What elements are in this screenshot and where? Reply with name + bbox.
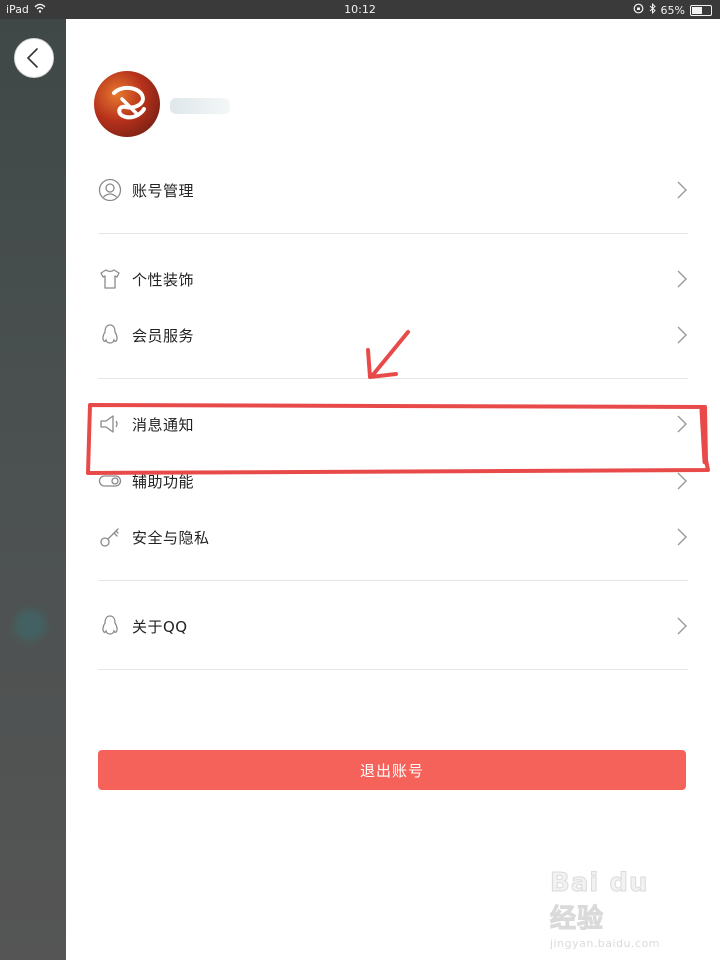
- chevron-right-icon: [677, 181, 687, 199]
- battery-percent: 65%: [660, 3, 685, 17]
- toggle-icon: [98, 469, 122, 493]
- menu-item-security-privacy[interactable]: 安全与隐私: [98, 517, 688, 557]
- menu-item-accessibility[interactable]: 辅助功能: [98, 461, 688, 501]
- menu-item-label: 辅助功能: [132, 472, 195, 491]
- battery-icon: [690, 4, 712, 16]
- chevron-right-icon: [677, 528, 687, 546]
- background-blur: [14, 609, 46, 641]
- chevron-right-icon: [677, 326, 687, 344]
- chevron-right-icon: [677, 415, 687, 433]
- profile-header[interactable]: [94, 71, 230, 137]
- menu-item-label: 账号管理: [132, 181, 195, 200]
- divider: [98, 669, 688, 670]
- status-right: 65%: [633, 2, 712, 17]
- account-icon: [98, 178, 122, 202]
- menu-item-decoration[interactable]: 个性装饰: [98, 259, 688, 299]
- status-bar: iPad 10:12 65%: [0, 0, 720, 19]
- menu-item-vip[interactable]: 会员服务: [98, 315, 688, 355]
- menu-item-label: 安全与隐私: [132, 528, 210, 547]
- divider: [98, 580, 688, 581]
- watermark: Bai du 经验 jingyan.baidu.com: [550, 868, 680, 951]
- penguin-icon: [98, 323, 122, 347]
- menu-item-label: 消息通知: [132, 415, 195, 434]
- tshirt-icon: [98, 267, 122, 291]
- bluetooth-icon: [649, 2, 656, 17]
- watermark-url: jingyan.baidu.com: [550, 937, 661, 950]
- status-time: 10:12: [344, 3, 376, 16]
- rotation-lock-icon: [633, 3, 644, 17]
- avatar[interactable]: [94, 71, 160, 137]
- nickname: [170, 98, 230, 114]
- logout-button[interactable]: 退出账号: [98, 750, 686, 790]
- divider: [98, 378, 688, 379]
- speaker-icon: [98, 412, 122, 436]
- avatar-scribble: [112, 86, 146, 120]
- key-icon: [98, 525, 122, 549]
- chevron-right-icon: [677, 472, 687, 490]
- menu-item-label: 个性装饰: [132, 270, 195, 289]
- chevron-right-icon: [677, 270, 687, 288]
- qq-icon: [98, 614, 122, 638]
- menu-item-account[interactable]: 账号管理: [98, 170, 688, 210]
- divider: [98, 233, 688, 234]
- chevron-right-icon: [677, 617, 687, 635]
- menu-item-label: 关于QQ: [132, 617, 188, 636]
- back-button[interactable]: [14, 38, 54, 78]
- watermark-logo: Bai du 经验: [550, 868, 649, 935]
- settings-drawer: 账号管理 个性装饰 会员服务 消息通知 辅助功能 安全与隐私 关于QQ 退出账号: [66, 19, 720, 960]
- background-panel: [0, 19, 66, 960]
- menu-item-about[interactable]: 关于QQ: [98, 606, 688, 646]
- menu-item-label: 会员服务: [132, 326, 195, 345]
- chevron-left-icon: [26, 48, 38, 68]
- menu-item-notifications[interactable]: 消息通知: [98, 404, 688, 444]
